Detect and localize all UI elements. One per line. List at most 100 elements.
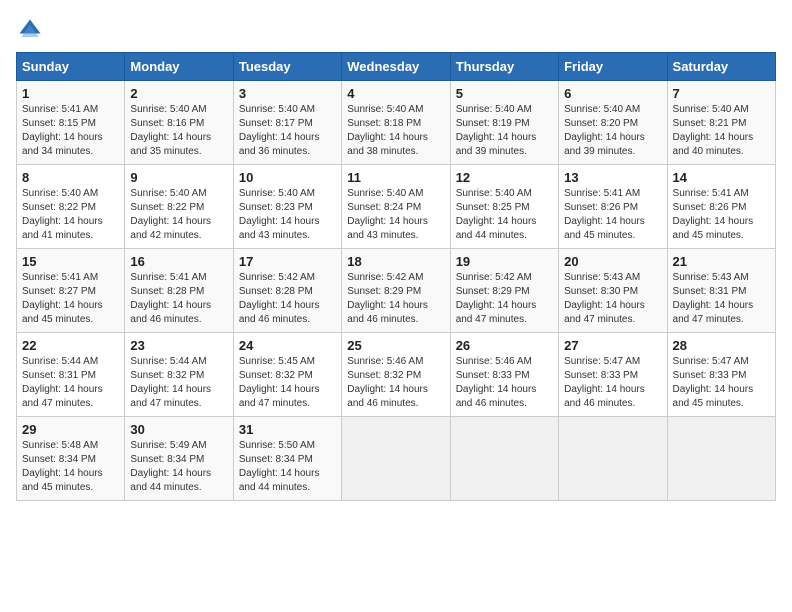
calendar-day-18: 18 Sunrise: 5:42 AM Sunset: 8:29 PM Dayli…	[342, 249, 450, 333]
day-info: Sunrise: 5:43 AM Sunset: 8:31 PM Dayligh…	[673, 271, 770, 327]
day-info: Sunrise: 5:41 AM Sunset: 8:27 PM Dayligh…	[22, 271, 119, 327]
day-info: Sunrise: 5:40 AM Sunset: 8:22 PM Dayligh…	[22, 187, 119, 243]
day-number: 23	[130, 338, 227, 353]
calendar-day-31: 31 Sunrise: 5:50 AM Sunset: 8:34 PM Dayli…	[233, 417, 341, 501]
calendar-day-23: 23Sunrise: 5:44 AM Sunset: 8:32 PM Dayli…	[125, 333, 233, 417]
calendar-day-empty	[342, 417, 450, 501]
day-info: Sunrise: 5:41 AM Sunset: 8:26 PM Dayligh…	[673, 187, 770, 243]
day-info: Sunrise: 5:46 AM Sunset: 8:32 PM Dayligh…	[347, 355, 444, 411]
calendar-day-2: 2 Sunrise: 5:40 AM Sunset: 8:16 PM Daylig…	[125, 81, 233, 165]
day-number: 31	[239, 422, 336, 437]
day-number: 5	[456, 86, 553, 101]
page-header	[16, 16, 776, 44]
day-info: Sunrise: 5:42 AM Sunset: 8:28 PM Dayligh…	[239, 271, 336, 327]
day-info: Sunrise: 5:43 AM Sunset: 8:30 PM Dayligh…	[564, 271, 661, 327]
day-info: Sunrise: 5:41 AM Sunset: 8:15 PM Dayligh…	[22, 103, 119, 159]
day-info: Sunrise: 5:46 AM Sunset: 8:33 PM Dayligh…	[456, 355, 553, 411]
day-number: 25	[347, 338, 444, 353]
day-number: 8	[22, 170, 119, 185]
day-number: 7	[673, 86, 770, 101]
day-info: Sunrise: 5:40 AM Sunset: 8:16 PM Dayligh…	[130, 103, 227, 159]
calendar-week-3: 15Sunrise: 5:41 AM Sunset: 8:27 PM Dayli…	[17, 249, 776, 333]
calendar-day-8: 8 Sunrise: 5:40 AM Sunset: 8:22 PM Daylig…	[17, 165, 125, 249]
day-number: 21	[673, 254, 770, 269]
day-info: Sunrise: 5:44 AM Sunset: 8:31 PM Dayligh…	[22, 355, 119, 411]
day-number: 20	[564, 254, 661, 269]
logo	[16, 16, 48, 44]
day-info: Sunrise: 5:47 AM Sunset: 8:33 PM Dayligh…	[564, 355, 661, 411]
calendar-day-5: 5Sunrise: 5:40 AM Sunset: 8:19 PM Daylig…	[450, 81, 558, 165]
day-number: 17	[239, 254, 336, 269]
calendar-week-4: 22 Sunrise: 5:44 AM Sunset: 8:31 PM Dayli…	[17, 333, 776, 417]
day-info: Sunrise: 5:42 AM Sunset: 8:29 PM Dayligh…	[347, 271, 444, 327]
calendar-day-7: 7 Sunrise: 5:40 AM Sunset: 8:21 PM Daylig…	[667, 81, 775, 165]
day-info: Sunrise: 5:40 AM Sunset: 8:20 PM Dayligh…	[564, 103, 661, 159]
day-number: 1	[22, 86, 119, 101]
day-number: 19	[456, 254, 553, 269]
day-info: Sunrise: 5:42 AM Sunset: 8:29 PM Dayligh…	[456, 271, 553, 327]
calendar-day-19: 19 Sunrise: 5:42 AM Sunset: 8:29 PM Dayli…	[450, 249, 558, 333]
day-number: 27	[564, 338, 661, 353]
calendar-week-1: 1 Sunrise: 5:41 AM Sunset: 8:15 PM Daylig…	[17, 81, 776, 165]
calendar-day-30: 30Sunrise: 5:49 AM Sunset: 8:34 PM Dayli…	[125, 417, 233, 501]
day-number: 11	[347, 170, 444, 185]
day-header-sunday: Sunday	[17, 53, 125, 81]
day-number: 29	[22, 422, 119, 437]
calendar-day-26: 26 Sunrise: 5:46 AM Sunset: 8:33 PM Dayli…	[450, 333, 558, 417]
days-header-row: SundayMondayTuesdayWednesdayThursdayFrid…	[17, 53, 776, 81]
calendar-day-12: 12 Sunrise: 5:40 AM Sunset: 8:25 PM Dayli…	[450, 165, 558, 249]
day-number: 24	[239, 338, 336, 353]
day-header-thursday: Thursday	[450, 53, 558, 81]
calendar-day-15: 15Sunrise: 5:41 AM Sunset: 8:27 PM Dayli…	[17, 249, 125, 333]
calendar-day-22: 22 Sunrise: 5:44 AM Sunset: 8:31 PM Dayli…	[17, 333, 125, 417]
day-number: 3	[239, 86, 336, 101]
day-info: Sunrise: 5:45 AM Sunset: 8:32 PM Dayligh…	[239, 355, 336, 411]
day-number: 2	[130, 86, 227, 101]
logo-icon	[16, 16, 44, 44]
calendar-day-4: 4Sunrise: 5:40 AM Sunset: 8:18 PM Daylig…	[342, 81, 450, 165]
day-number: 26	[456, 338, 553, 353]
day-info: Sunrise: 5:40 AM Sunset: 8:21 PM Dayligh…	[673, 103, 770, 159]
day-number: 16	[130, 254, 227, 269]
calendar-day-25: 25 Sunrise: 5:46 AM Sunset: 8:32 PM Dayli…	[342, 333, 450, 417]
day-number: 28	[673, 338, 770, 353]
day-info: Sunrise: 5:40 AM Sunset: 8:17 PM Dayligh…	[239, 103, 336, 159]
calendar-day-17: 17 Sunrise: 5:42 AM Sunset: 8:28 PM Dayli…	[233, 249, 341, 333]
calendar-day-29: 29 Sunrise: 5:48 AM Sunset: 8:34 PM Dayli…	[17, 417, 125, 501]
calendar-day-21: 21 Sunrise: 5:43 AM Sunset: 8:31 PM Dayli…	[667, 249, 775, 333]
calendar-day-3: 3 Sunrise: 5:40 AM Sunset: 8:17 PM Daylig…	[233, 81, 341, 165]
day-info: Sunrise: 5:40 AM Sunset: 8:24 PM Dayligh…	[347, 187, 444, 243]
day-number: 22	[22, 338, 119, 353]
calendar-day-empty	[667, 417, 775, 501]
day-header-tuesday: Tuesday	[233, 53, 341, 81]
day-info: Sunrise: 5:41 AM Sunset: 8:26 PM Dayligh…	[564, 187, 661, 243]
calendar-day-6: 6 Sunrise: 5:40 AM Sunset: 8:20 PM Daylig…	[559, 81, 667, 165]
calendar-week-2: 8 Sunrise: 5:40 AM Sunset: 8:22 PM Daylig…	[17, 165, 776, 249]
calendar-day-27: 27 Sunrise: 5:47 AM Sunset: 8:33 PM Dayli…	[559, 333, 667, 417]
day-number: 13	[564, 170, 661, 185]
calendar-day-1: 1 Sunrise: 5:41 AM Sunset: 8:15 PM Daylig…	[17, 81, 125, 165]
calendar-day-24: 24 Sunrise: 5:45 AM Sunset: 8:32 PM Dayli…	[233, 333, 341, 417]
day-number: 18	[347, 254, 444, 269]
day-number: 6	[564, 86, 661, 101]
calendar-day-28: 28Sunrise: 5:47 AM Sunset: 8:33 PM Dayli…	[667, 333, 775, 417]
day-header-wednesday: Wednesday	[342, 53, 450, 81]
day-info: Sunrise: 5:40 AM Sunset: 8:23 PM Dayligh…	[239, 187, 336, 243]
day-number: 14	[673, 170, 770, 185]
day-info: Sunrise: 5:49 AM Sunset: 8:34 PM Dayligh…	[130, 439, 227, 495]
day-number: 10	[239, 170, 336, 185]
calendar-day-20: 20 Sunrise: 5:43 AM Sunset: 8:30 PM Dayli…	[559, 249, 667, 333]
day-info: Sunrise: 5:40 AM Sunset: 8:25 PM Dayligh…	[456, 187, 553, 243]
calendar-day-10: 10 Sunrise: 5:40 AM Sunset: 8:23 PM Dayli…	[233, 165, 341, 249]
day-header-saturday: Saturday	[667, 53, 775, 81]
calendar-table: SundayMondayTuesdayWednesdayThursdayFrid…	[16, 52, 776, 501]
calendar-day-empty	[559, 417, 667, 501]
calendar-day-16: 16Sunrise: 5:41 AM Sunset: 8:28 PM Dayli…	[125, 249, 233, 333]
day-info: Sunrise: 5:40 AM Sunset: 8:18 PM Dayligh…	[347, 103, 444, 159]
day-number: 12	[456, 170, 553, 185]
day-info: Sunrise: 5:48 AM Sunset: 8:34 PM Dayligh…	[22, 439, 119, 495]
calendar-day-empty	[450, 417, 558, 501]
calendar-day-14: 14 Sunrise: 5:41 AM Sunset: 8:26 PM Dayli…	[667, 165, 775, 249]
day-info: Sunrise: 5:50 AM Sunset: 8:34 PM Dayligh…	[239, 439, 336, 495]
calendar-day-9: 9Sunrise: 5:40 AM Sunset: 8:22 PM Daylig…	[125, 165, 233, 249]
